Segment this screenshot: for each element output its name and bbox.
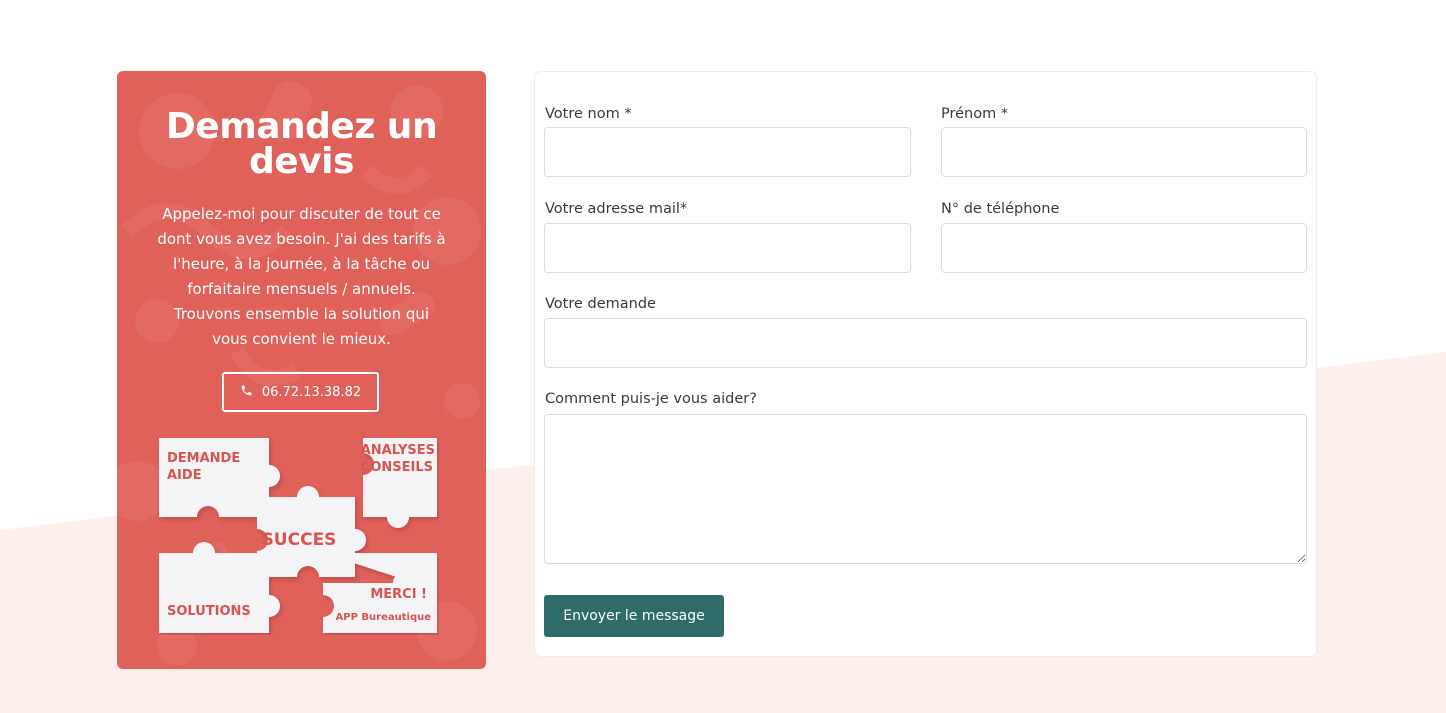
quote-request-form: Votre nom * Prénom * Votre adresse mail*… bbox=[534, 71, 1317, 657]
message-textarea[interactable] bbox=[544, 414, 1307, 564]
demande-input[interactable] bbox=[544, 318, 1307, 368]
prenom-input[interactable] bbox=[941, 127, 1307, 177]
puzzle-text-demande: DEMANDE bbox=[167, 451, 240, 466]
email-input[interactable] bbox=[544, 223, 911, 273]
puzzle-text-conseils: CONSEILS bbox=[361, 460, 433, 475]
quote-promo-card: Demandez un devis Appelez-moi pour discu… bbox=[117, 71, 486, 669]
puzzle-text-solutions: SOLUTIONS bbox=[167, 604, 251, 619]
phone-icon bbox=[240, 384, 253, 401]
promo-description: Appelez-moi pour discuter de tout ce don… bbox=[157, 205, 446, 348]
puzzle-text-analyses: ANALYSES bbox=[361, 443, 435, 458]
phone-input[interactable] bbox=[941, 223, 1307, 273]
puzzle-text-aide: AIDE bbox=[167, 468, 202, 483]
email-label: Votre adresse mail* bbox=[545, 201, 688, 217]
promo-title: Demandez un devis bbox=[165, 106, 438, 182]
nom-label: Votre nom * bbox=[545, 106, 632, 122]
phone-number: 06.72.13.38.82 bbox=[261, 384, 362, 400]
submit-button[interactable]: Envoyer le message bbox=[544, 595, 724, 637]
puzzle-illustration: DEMANDE AIDE ANALYSES CONSEILS SUCCES SO… bbox=[159, 438, 437, 633]
demande-label: Votre demande bbox=[545, 296, 656, 312]
prenom-label: Prénom * bbox=[941, 106, 1009, 122]
message-label: Comment puis-je vous aider? bbox=[545, 391, 757, 407]
puzzle-text-succes: SUCCES bbox=[262, 530, 337, 550]
nom-input[interactable] bbox=[544, 127, 911, 177]
phone-label: N° de téléphone bbox=[941, 201, 1060, 217]
puzzle-text-brand: APP Bureautique bbox=[336, 612, 432, 623]
puzzle-text-merci: MERCI ! bbox=[370, 587, 427, 602]
phone-call-button[interactable]: 06.72.13.38.82 bbox=[222, 372, 379, 412]
puzzle-piece-solutions bbox=[159, 542, 280, 633]
